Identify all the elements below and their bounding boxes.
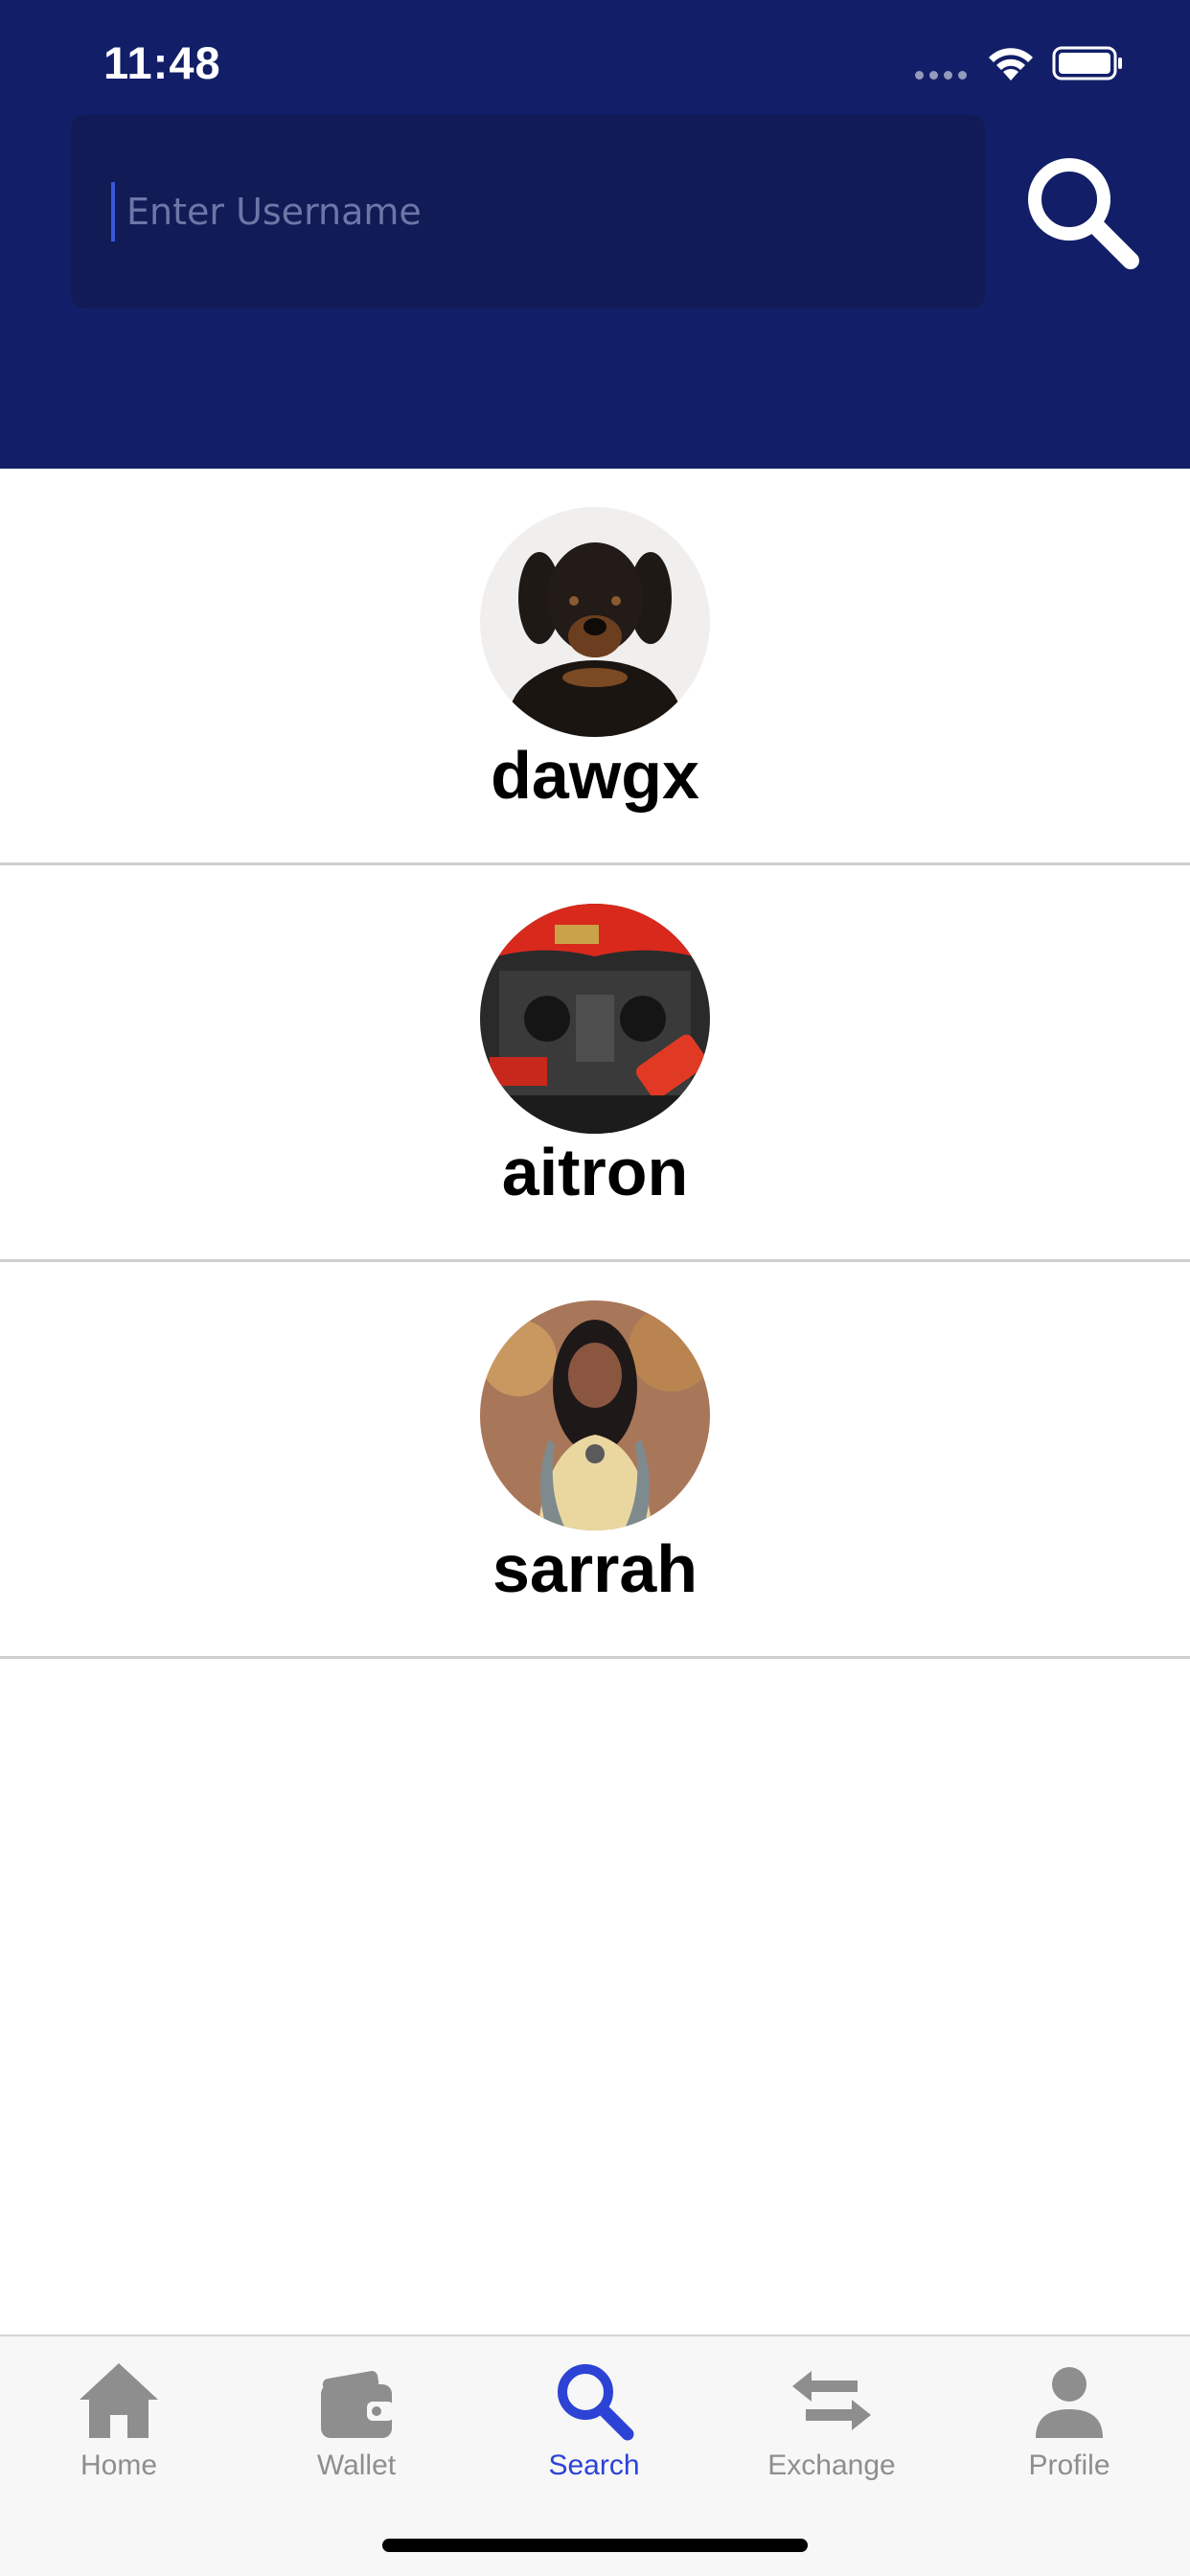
search-results-list: dawgx aitron sarrah — [0, 469, 1190, 1659]
result-item-aitron[interactable]: aitron — [0, 865, 1190, 1262]
cellular-signal-icon — [915, 71, 967, 80]
avatar — [480, 1300, 710, 1530]
result-item-dawgx[interactable]: dawgx — [0, 469, 1190, 865]
tab-profile[interactable]: Profile — [950, 2358, 1188, 2501]
avatar — [480, 904, 710, 1134]
tab-label: Profile — [1028, 2450, 1110, 2481]
search-field — [71, 115, 985, 309]
username: sarrah — [492, 1531, 698, 1606]
wifi-icon — [989, 48, 1033, 80]
profile-icon — [1036, 2367, 1103, 2438]
result-item-sarrah[interactable]: sarrah — [0, 1262, 1190, 1659]
tab-wallet[interactable]: Wallet — [238, 2358, 475, 2501]
tab-label: Home — [80, 2450, 158, 2481]
home-indicator — [382, 2539, 808, 2552]
exchange-icon — [792, 2371, 871, 2430]
tab-label: Wallet — [316, 2450, 397, 2481]
search-icon — [558, 2364, 634, 2441]
engine-photo — [480, 904, 710, 1134]
tab-label: Exchange — [767, 2450, 896, 2481]
dog-photo — [480, 507, 710, 737]
avatar — [480, 507, 710, 737]
header: 11:48 — [0, 0, 1190, 469]
home-icon — [80, 2363, 158, 2438]
battery-icon — [1052, 46, 1122, 80]
woman-photo — [480, 1300, 710, 1530]
tab-search[interactable]: Search — [475, 2358, 713, 2501]
username: aitron — [501, 1135, 689, 1209]
status-time: 11:48 — [103, 37, 221, 88]
tab-home[interactable]: Home — [0, 2358, 238, 2501]
search-button[interactable] — [1019, 150, 1144, 274]
username: dawgx — [491, 738, 699, 813]
username-search-input[interactable] — [111, 182, 970, 242]
tab-label: Search — [548, 2450, 640, 2481]
tab-exchange[interactable]: Exchange — [713, 2358, 950, 2501]
wallet-icon — [321, 2371, 394, 2438]
